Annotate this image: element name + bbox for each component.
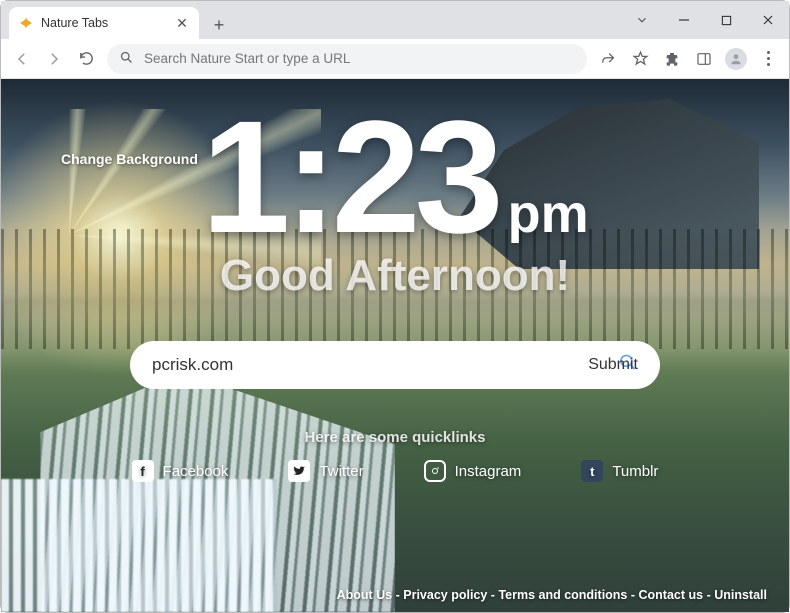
twitter-icon	[288, 460, 310, 482]
sidepanel-icon[interactable]	[693, 48, 715, 70]
close-button[interactable]	[751, 6, 785, 34]
quicklink-facebook[interactable]: f Facebook	[132, 460, 229, 482]
instagram-icon	[424, 460, 446, 482]
bookmark-icon[interactable]	[629, 48, 651, 70]
search-submit-button[interactable]: Submit	[582, 356, 638, 374]
search-input[interactable]	[152, 355, 582, 375]
footer-uninstall[interactable]: Uninstall	[714, 588, 767, 602]
new-tab-button[interactable]: +	[205, 11, 233, 39]
minimize-button[interactable]	[667, 6, 701, 34]
profile-avatar[interactable]	[725, 48, 747, 70]
reload-button[interactable]	[75, 48, 97, 70]
quicklink-twitter[interactable]: Twitter	[288, 460, 363, 482]
footer-links: About Us - Privacy policy - Terms and co…	[337, 588, 767, 602]
clock-time: 1:23	[201, 97, 497, 257]
maximize-button[interactable]	[709, 6, 743, 34]
footer-contact[interactable]: Contact us	[639, 588, 704, 602]
window-controls	[625, 1, 785, 39]
back-button[interactable]	[11, 48, 33, 70]
browser-tab[interactable]: Nature Tabs ✕	[9, 7, 199, 39]
clock-ampm: pm	[508, 183, 589, 245]
footer-privacy[interactable]: Privacy policy	[403, 588, 487, 602]
search-bar: Submit	[130, 341, 660, 389]
tab-close-icon[interactable]: ✕	[175, 16, 189, 30]
address-bar[interactable]: Search Nature Start or type a URL	[107, 44, 587, 74]
facebook-icon: f	[132, 460, 154, 482]
clock: 1:23 pm	[201, 97, 588, 257]
footer-terms[interactable]: Terms and conditions	[498, 588, 627, 602]
tumblr-icon: t	[581, 460, 603, 482]
quicklink-label: Instagram	[455, 463, 522, 480]
change-background-link[interactable]: Change Background	[61, 151, 198, 167]
quicklink-label: Facebook	[163, 463, 229, 480]
quicklink-label: Tumblr	[612, 463, 658, 480]
window-titlebar: Nature Tabs ✕ +	[1, 1, 789, 39]
greeting-text: Good Afternoon!	[220, 251, 570, 301]
page-content: Change Background 1:23 pm Good Afternoon…	[1, 79, 789, 612]
extensions-icon[interactable]	[661, 48, 683, 70]
tab-favicon	[19, 16, 33, 30]
browser-toolbar: Search Nature Start or type a URL	[1, 39, 789, 79]
chevron-down-icon[interactable]	[625, 6, 659, 34]
footer-about[interactable]: About Us	[337, 588, 393, 602]
menu-button[interactable]	[757, 48, 779, 70]
quicklink-instagram[interactable]: Instagram	[424, 460, 522, 482]
search-icon	[119, 50, 134, 68]
address-bar-placeholder: Search Nature Start or type a URL	[144, 51, 350, 66]
tab-title: Nature Tabs	[41, 16, 167, 30]
forward-button[interactable]	[43, 48, 65, 70]
quicklink-tumblr[interactable]: t Tumblr	[581, 460, 658, 482]
quicklinks-heading: Here are some quicklinks	[305, 429, 486, 446]
quicklink-label: Twitter	[319, 463, 363, 480]
quicklinks-row: f Facebook Twitter Instagram t Tumblr	[132, 460, 659, 482]
share-icon[interactable]	[597, 48, 619, 70]
